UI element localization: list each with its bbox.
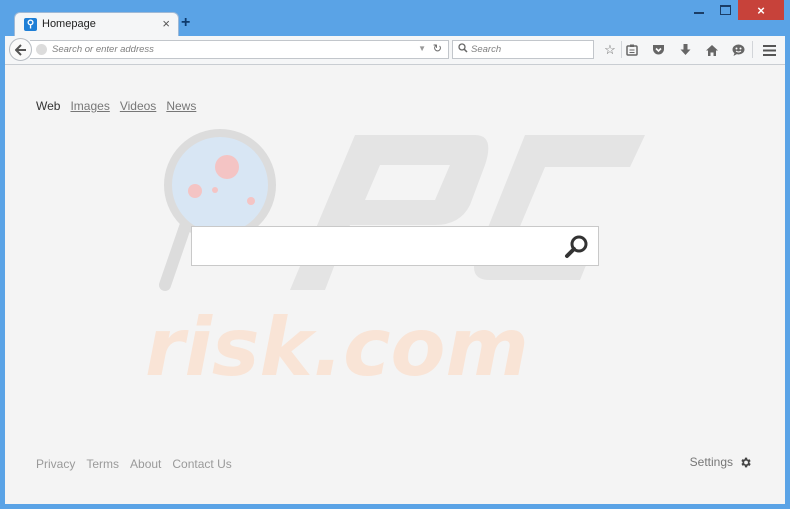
tab-videos[interactable]: Videos — [120, 99, 156, 113]
contact-us-link[interactable]: Contact Us — [172, 457, 231, 471]
search-icon — [458, 43, 468, 53]
search-type-tabs: Web Images Videos News — [36, 99, 196, 113]
search-submit-icon[interactable] — [562, 233, 590, 261]
toolbar-separator — [752, 41, 753, 58]
address-input[interactable] — [52, 41, 412, 58]
gear-icon — [741, 457, 751, 467]
tab-homepage[interactable]: ⚲ Homepage × — [14, 12, 179, 37]
search-logo-icon: ⚲ — [24, 18, 37, 31]
window-controls: × — [686, 0, 784, 20]
browser-window: ⚲ Homepage × + × ▼ ↻ ☆ — [0, 0, 790, 509]
terms-link[interactable]: Terms — [86, 457, 119, 471]
navigation-toolbar: ▼ ↻ ☆ — [5, 36, 785, 65]
url-bar[interactable]: ▼ ↻ — [30, 40, 449, 59]
tab-title: Homepage — [42, 18, 96, 30]
back-button[interactable] — [9, 38, 32, 61]
main-search-box — [191, 226, 599, 266]
chat-icon[interactable] — [728, 40, 748, 60]
close-tab-icon[interactable]: × — [162, 16, 170, 31]
home-icon[interactable] — [702, 40, 722, 60]
new-tab-button[interactable]: + — [181, 14, 190, 32]
reload-icon[interactable]: ↻ — [433, 42, 442, 55]
bookmark-star-icon[interactable]: ☆ — [600, 40, 620, 60]
title-bar: ⚲ Homepage × + × — [0, 0, 790, 37]
about-link[interactable]: About — [130, 457, 161, 471]
minimize-icon — [694, 12, 704, 14]
tab-images[interactable]: Images — [70, 99, 109, 113]
menu-icon[interactable] — [759, 40, 779, 60]
footer-links: Privacy Terms About Contact Us — [36, 457, 232, 471]
history-dropdown-icon[interactable]: ▼ — [418, 44, 426, 53]
tab-news[interactable]: News — [166, 99, 196, 113]
search-bar[interactable] — [452, 40, 594, 59]
back-arrow-icon — [14, 43, 26, 56]
maximize-button[interactable] — [712, 0, 738, 20]
search-input[interactable] — [471, 41, 589, 58]
settings-button[interactable]: Settings — [690, 455, 752, 469]
main-search-input[interactable] — [200, 233, 554, 261]
download-icon[interactable] — [675, 40, 695, 60]
privacy-link[interactable]: Privacy — [36, 457, 75, 471]
reading-list-icon[interactable] — [622, 40, 642, 60]
site-identity-icon[interactable] — [36, 44, 47, 55]
watermark-text: risk.com — [145, 301, 529, 394]
pocket-icon[interactable] — [648, 40, 668, 60]
close-window-button[interactable]: × — [738, 0, 784, 20]
minimize-button[interactable] — [686, 0, 712, 20]
page-content: risk.com Web Images Videos News Privacy … — [5, 65, 785, 504]
maximize-icon — [719, 5, 731, 15]
tab-web[interactable]: Web — [36, 99, 60, 113]
pcrisk-watermark: risk.com — [145, 129, 645, 394]
settings-label: Settings — [689, 455, 733, 469]
